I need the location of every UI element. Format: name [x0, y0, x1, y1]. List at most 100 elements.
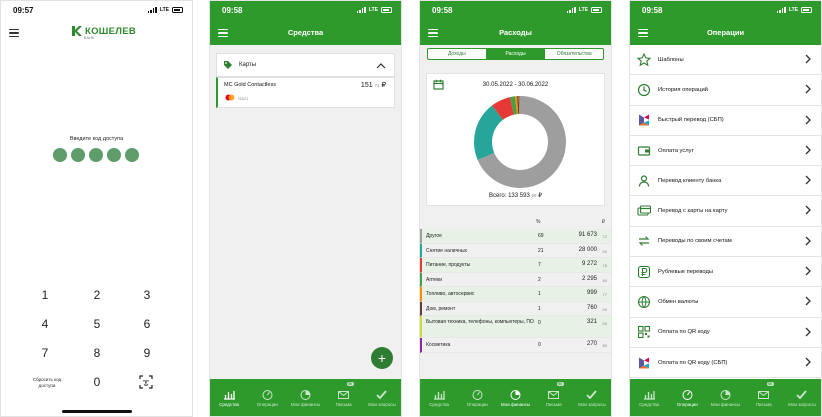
card-item[interactable]: MC Gold Contactless 151 71 ₽ *6021 — [216, 77, 395, 108]
tab-my-finances[interactable]: Мои финансы — [286, 379, 324, 416]
menu-icon[interactable] — [9, 29, 19, 37]
expense-kopecks: 00 — [602, 306, 607, 312]
tab-operations[interactable]: Операции — [668, 379, 706, 416]
tab-funds[interactable]: Средства — [210, 379, 248, 416]
chevron-up-icon[interactable] — [376, 62, 386, 69]
signal-icon — [566, 7, 576, 13]
segment-expenses[interactable]: Расходы — [486, 49, 546, 59]
person-icon — [637, 174, 651, 188]
tab-funds[interactable]: Средства — [420, 379, 458, 416]
tab-bar: Средства Операции Мои финансы 50 Письма … — [210, 379, 401, 416]
key-6[interactable]: 6 — [127, 317, 167, 331]
tab-my-requests[interactable]: Мои запросы — [573, 379, 611, 416]
key-2[interactable]: 2 — [77, 288, 117, 302]
tab-my-requests[interactable]: Мои запросы — [783, 379, 821, 416]
tab-bar: Средства Операции Мои финансы 50 Письма … — [630, 379, 821, 416]
tab-operations[interactable]: Операции — [458, 379, 496, 416]
pin-dot — [125, 148, 139, 162]
expense-percent: 7 — [538, 262, 541, 268]
operation-label: Быстрый перевод (СБП) — [658, 117, 724, 124]
tab-my-finances[interactable]: Мои финансы — [706, 379, 744, 416]
operation-item[interactable]: Шаблоны — [630, 45, 821, 76]
operation-item[interactable]: История операций — [630, 75, 821, 106]
network-label: LTE — [788, 7, 798, 13]
tab-my-finances[interactable]: Мои финансы — [496, 379, 534, 416]
operation-item[interactable]: Оплата по QR коду (СБП) — [630, 348, 821, 379]
face-id-icon[interactable] — [139, 375, 153, 389]
operation-item[interactable]: Переводы по своим счетам — [630, 227, 821, 258]
cards-section-label: Карты — [239, 62, 257, 68]
pin-dots — [53, 148, 139, 162]
expense-row[interactable]: Питание, продукты 7 9 272 76 — [420, 258, 611, 273]
battery-icon — [591, 7, 602, 13]
exchange-icon — [637, 234, 651, 248]
letters-badge: 50 — [556, 382, 564, 386]
pin-dot — [89, 148, 103, 162]
chevron-right-icon — [805, 296, 811, 306]
status-time: 09:58 — [432, 5, 453, 15]
operation-item[interactable]: Обмен валюты — [630, 287, 821, 318]
tab-operations[interactable]: Операции — [248, 379, 286, 416]
operation-item[interactable]: Оплата услуг — [630, 136, 821, 167]
gauge-icon — [262, 389, 273, 400]
tab-funds[interactable]: Средства — [630, 379, 668, 416]
key-0[interactable]: 0 — [77, 375, 117, 389]
operation-label: Переводы по своим счетам — [658, 238, 732, 245]
expense-row[interactable]: Косметика 0 270 89 — [420, 338, 611, 353]
expenses-chart-panel: 30.05.2022 - 30.06.2022 Всего: 133 593 6… — [426, 73, 605, 206]
card-balance: 151 71 ₽ — [360, 82, 386, 89]
expense-row[interactable]: Аптеки 2 2 295 60 — [420, 272, 611, 287]
expense-category: Косметика — [426, 342, 451, 348]
signal-icon — [356, 7, 366, 13]
home-indicator — [62, 410, 132, 413]
operation-item[interactable]: Перевод с карты на карту — [630, 196, 821, 227]
expense-row[interactable]: Другое 69 91 673 72 — [420, 229, 611, 244]
segment-obligations[interactable]: Обязательства — [545, 49, 603, 59]
key-7[interactable]: 7 — [25, 346, 65, 360]
chevron-right-icon — [805, 84, 811, 94]
operation-item[interactable]: Рублевые переводы — [630, 257, 821, 288]
battery-icon — [381, 7, 392, 13]
expense-row[interactable]: Топливо, автосервис 1 999 77 — [420, 287, 611, 302]
sbp-icon — [637, 356, 651, 370]
key-9[interactable]: 9 — [127, 346, 167, 360]
expense-kopecks: 60 — [602, 277, 607, 283]
key-1[interactable]: 1 — [25, 288, 65, 302]
expense-kopecks: 77 — [602, 292, 607, 297]
tab-letters[interactable]: 50 Письма — [325, 379, 363, 416]
tab-bar: Средства Операции Мои финансы 50 Письма … — [420, 379, 611, 416]
operation-item[interactable]: Оплата по QR коду — [630, 318, 821, 348]
expense-row[interactable]: Бытовая техника, телефоны, компьютеры, П… — [420, 316, 611, 338]
key-4[interactable]: 4 — [25, 317, 65, 331]
pie-icon — [300, 389, 311, 400]
status-time: 09:58 — [642, 5, 663, 15]
operation-item[interactable]: Быстрый перевод (СБП) — [630, 106, 821, 136]
reset-code-button[interactable]: Сбросить код доступа — [25, 377, 69, 389]
expense-amount: 2 295 — [581, 275, 597, 282]
segment-control: Доходы Расходы Обязательства — [427, 48, 604, 60]
card-name: MC Gold Contactless — [224, 82, 276, 88]
code-prompt: Введите код доступа — [69, 136, 124, 142]
tab-letters[interactable]: 50 Письма — [745, 379, 783, 416]
add-button[interactable]: + — [371, 347, 393, 369]
cards-section-header[interactable]: Карты — [216, 53, 395, 77]
expense-amount: 28 000 — [578, 246, 597, 253]
segment-income[interactable]: Доходы — [428, 49, 487, 59]
expenses-donut-chart — [474, 96, 566, 188]
letters-badge: 50 — [346, 382, 354, 386]
tab-my-requests[interactable]: Мои запросы — [363, 379, 401, 416]
tab-letters[interactable]: 50 Письма — [535, 379, 573, 416]
chart-icon — [643, 390, 655, 400]
pie-icon — [720, 389, 731, 400]
expense-row[interactable]: Снятие наличных 21 28 000 00 — [420, 243, 611, 258]
key-3[interactable]: 3 — [127, 288, 167, 302]
operation-item[interactable]: Перевод клиенту банка — [630, 166, 821, 197]
expense-category: Снятие наличных — [426, 247, 468, 254]
expense-row[interactable]: Дом, ремонт 1 760 00 — [420, 301, 611, 316]
key-8[interactable]: 8 — [77, 346, 117, 360]
key-5[interactable]: 5 — [77, 317, 117, 331]
operation-label: История операций — [658, 86, 708, 93]
expense-kopecks: 76 — [602, 263, 607, 268]
chevron-right-icon — [805, 266, 811, 276]
expense-amount: 321 — [586, 319, 597, 325]
